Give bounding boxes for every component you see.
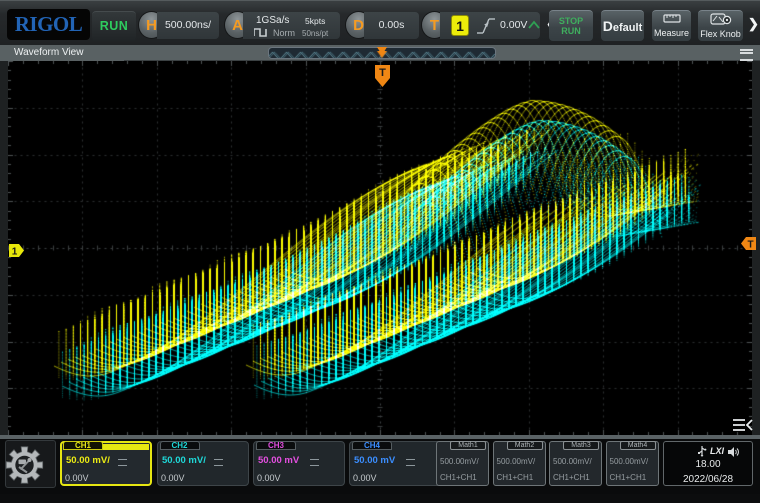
svg-text:T: T — [379, 67, 386, 79]
svg-text:T: T — [747, 240, 753, 251]
svg-text:1: 1 — [12, 247, 18, 258]
